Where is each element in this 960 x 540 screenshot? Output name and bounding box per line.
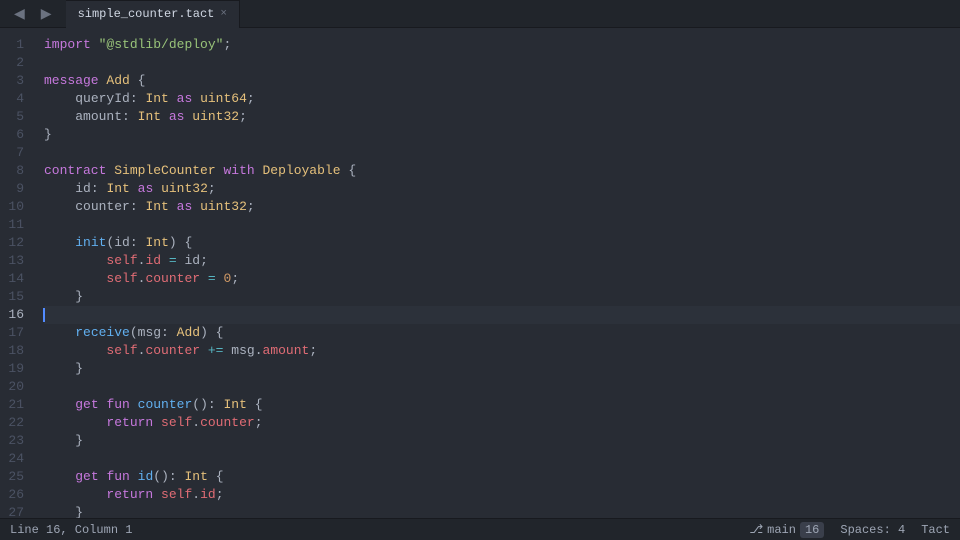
code-line-11	[44, 216, 960, 234]
code-line-14: self.counter = 0;	[44, 270, 960, 288]
line-num-7: 7	[0, 144, 36, 162]
statusbar-left: Line 16, Column 1	[10, 523, 132, 537]
line-num-18: 18	[0, 342, 36, 360]
line-num-8: 8	[0, 162, 36, 180]
back-button[interactable]: ◀	[8, 3, 31, 24]
branch-icon: ⎇	[749, 522, 763, 537]
cursor-position: Line 16, Column 1	[10, 523, 132, 537]
line-num-15: 15	[0, 288, 36, 306]
line-num-26: 26	[0, 486, 36, 504]
code-line-1: import "@stdlib/deploy";	[44, 36, 960, 54]
code-line-13: self.id = id;	[44, 252, 960, 270]
code-line-8: contract SimpleCounter with Deployable {	[44, 162, 960, 180]
line-num-10: 10	[0, 198, 36, 216]
code-line-20	[44, 378, 960, 396]
code-line-25: get fun id(): Int {	[44, 468, 960, 486]
line-num-20: 20	[0, 378, 36, 396]
code-content[interactable]: import "@stdlib/deploy"; message Add { q…	[36, 28, 960, 518]
code-line-26: return self.id;	[44, 486, 960, 504]
line-num-22: 22	[0, 414, 36, 432]
tab-close-button[interactable]: ×	[220, 8, 227, 20]
code-line-24	[44, 450, 960, 468]
code-line-5: amount: Int as uint32;	[44, 108, 960, 126]
line-num-25: 25	[0, 468, 36, 486]
text-cursor	[43, 308, 45, 322]
line-num-14: 14	[0, 270, 36, 288]
line-num-12: 12	[0, 234, 36, 252]
forward-button[interactable]: ▶	[35, 3, 58, 24]
titlebar: ◀ ▶ simple_counter.tact ×	[0, 0, 960, 28]
code-line-4: queryId: Int as uint64;	[44, 90, 960, 108]
code-line-17: receive(msg: Add) {	[44, 324, 960, 342]
titlebar-controls: ◀ ▶	[8, 3, 58, 24]
statusbar-right: ⎇ main 16 Spaces: 4 Tact	[749, 522, 950, 538]
code-line-7	[44, 144, 960, 162]
code-line-18: self.counter += msg.amount;	[44, 342, 960, 360]
line-num-24: 24	[0, 450, 36, 468]
line-num-4: 4	[0, 90, 36, 108]
line-num-19: 19	[0, 360, 36, 378]
code-line-22: return self.counter;	[44, 414, 960, 432]
line-num-17: 17	[0, 324, 36, 342]
code-line-23: }	[44, 432, 960, 450]
line-num-1: 1	[0, 36, 36, 54]
code-line-19: }	[44, 360, 960, 378]
code-line-6: }	[44, 126, 960, 144]
code-line-2	[44, 54, 960, 72]
code-line-21: get fun counter(): Int {	[44, 396, 960, 414]
branch-num: 16	[800, 522, 824, 538]
code-line-16	[44, 306, 960, 324]
tab-filename: simple_counter.tact	[78, 7, 215, 21]
line-num-21: 21	[0, 396, 36, 414]
line-num-11: 11	[0, 216, 36, 234]
line-num-5: 5	[0, 108, 36, 126]
language-indicator: Tact	[921, 523, 950, 537]
line-num-23: 23	[0, 432, 36, 450]
line-num-2: 2	[0, 54, 36, 72]
editor: 1 2 3 4 5 6 7 8 9 10 11 12 13 14 15 16 1…	[0, 28, 960, 518]
code-line-3: message Add {	[44, 72, 960, 90]
line-numbers: 1 2 3 4 5 6 7 8 9 10 11 12 13 14 15 16 1…	[0, 28, 36, 518]
statusbar: Line 16, Column 1 ⎇ main 16 Spaces: 4 Ta…	[0, 518, 960, 540]
line-num-16: 16	[0, 306, 36, 324]
code-line-10: counter: Int as uint32;	[44, 198, 960, 216]
line-num-13: 13	[0, 252, 36, 270]
spaces-indicator: Spaces: 4	[840, 523, 905, 537]
code-line-27: }	[44, 504, 960, 518]
branch-indicator: ⎇ main 16	[749, 522, 824, 538]
tab[interactable]: simple_counter.tact ×	[66, 0, 240, 28]
code-line-9: id: Int as uint32;	[44, 180, 960, 198]
line-num-27: 27	[0, 504, 36, 518]
line-num-9: 9	[0, 180, 36, 198]
code-line-12: init(id: Int) {	[44, 234, 960, 252]
line-num-3: 3	[0, 72, 36, 90]
line-num-6: 6	[0, 126, 36, 144]
branch-name: main	[767, 523, 796, 537]
code-line-15: }	[44, 288, 960, 306]
